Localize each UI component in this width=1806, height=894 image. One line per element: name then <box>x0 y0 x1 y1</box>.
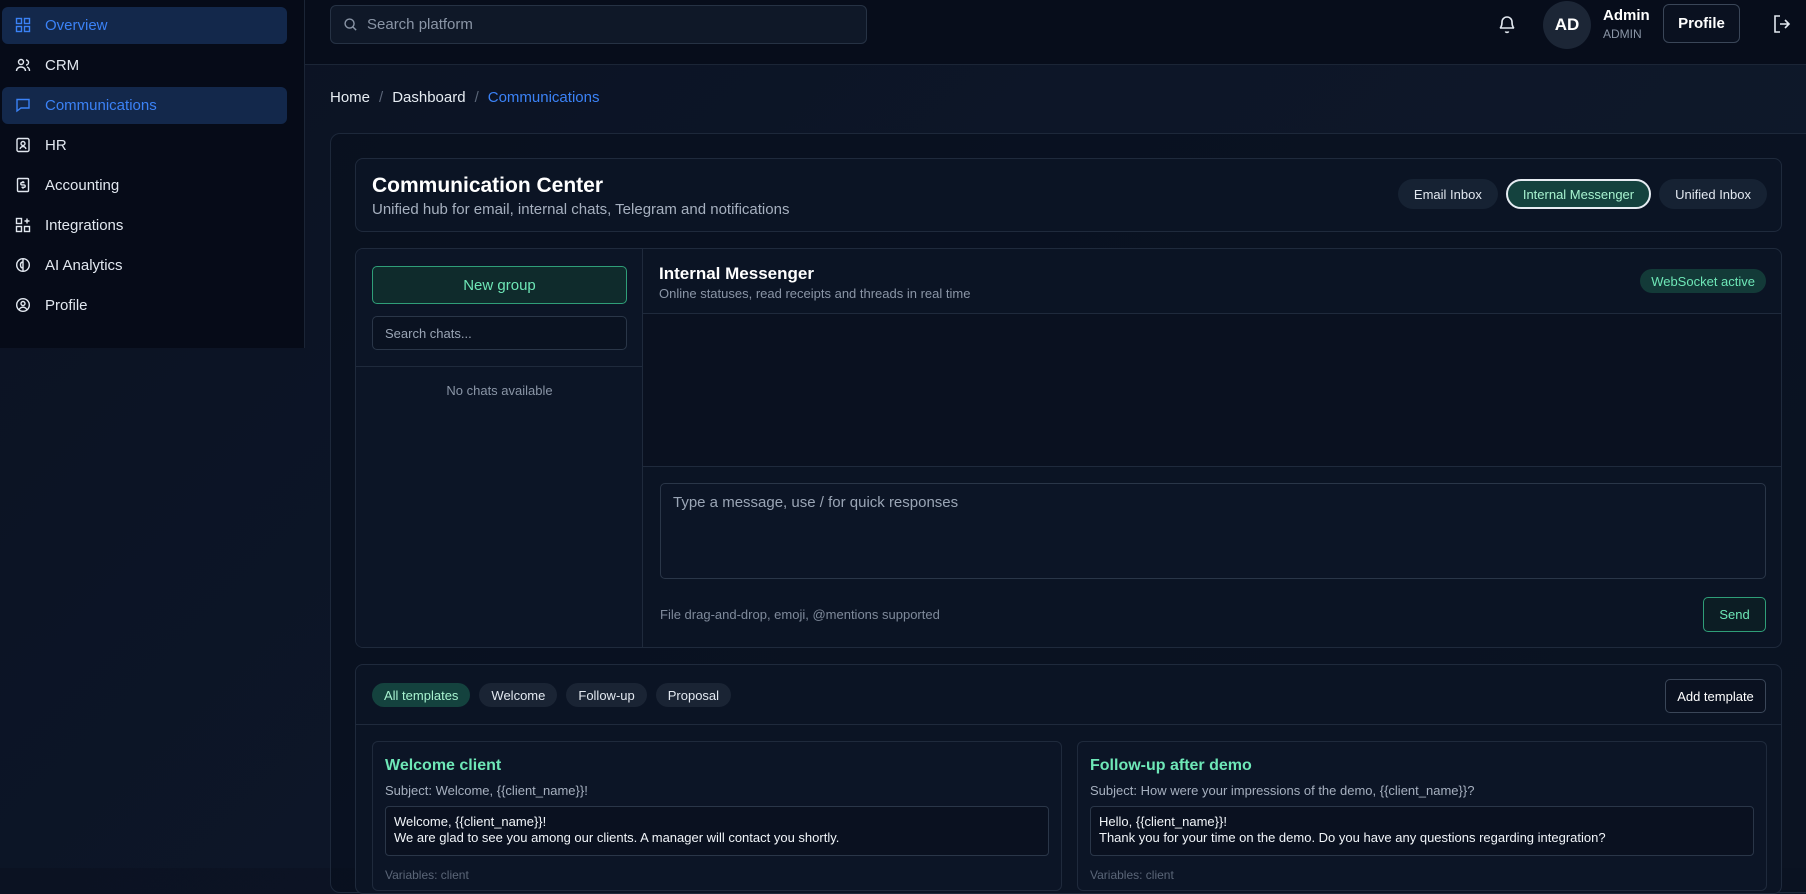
message-area <box>643 314 1781 467</box>
sidebar-item-label: AI Analytics <box>45 257 123 274</box>
sidebar-item-ai-analytics[interactable]: AI Analytics <box>2 247 287 284</box>
platform-search[interactable] <box>330 5 867 44</box>
filter-follow-up[interactable]: Follow-up <box>566 683 647 707</box>
template-variables: Variables: client <box>385 868 469 882</box>
sidebar-item-label: Integrations <box>45 217 124 234</box>
breadcrumb-home[interactable]: Home <box>330 89 370 106</box>
avatar[interactable]: AD <box>1543 1 1591 49</box>
sidebar: Overview CRM Communications HR Accountin… <box>0 0 305 348</box>
sidebar-item-profile[interactable]: Profile <box>2 287 287 324</box>
filter-welcome[interactable]: Welcome <box>479 683 558 707</box>
breadcrumb-dashboard[interactable]: Dashboard <box>392 89 465 106</box>
brain-icon <box>15 257 33 275</box>
template-filters: All templates Welcome Follow-up Proposal <box>372 683 732 707</box>
puzzle-icon <box>15 217 33 235</box>
template-body: Hello, {{client_name}}! Thank you for yo… <box>1090 806 1754 856</box>
communication-tabs: Email Inbox Internal Messenger Unified I… <box>1397 179 1767 209</box>
sidebar-item-label: Profile <box>45 297 88 314</box>
users-icon <box>15 57 33 75</box>
breadcrumb-separator: / <box>474 89 479 106</box>
template-body-line: Welcome, {{client_name}}! <box>394 814 547 829</box>
filter-all-templates[interactable]: All templates <box>372 683 471 707</box>
new-group-button[interactable]: New group <box>372 266 627 304</box>
topbar: AD Admin ADMIN Profile <box>305 0 1806 65</box>
id-badge-icon <box>15 137 33 155</box>
template-body-line: Hello, {{client_name}}! <box>1099 814 1227 829</box>
message-input[interactable] <box>660 483 1766 579</box>
tab-internal-messenger[interactable]: Internal Messenger <box>1505 179 1652 209</box>
template-name: Follow-up after demo <box>1090 757 1252 774</box>
divider <box>356 366 643 367</box>
template-card[interactable]: Welcome client Subject: Welcome, {{clien… <box>372 741 1062 891</box>
sidebar-item-label: Communications <box>45 97 157 114</box>
conversation-header: Internal Messenger Online statuses, read… <box>643 249 1781 314</box>
chat-search-input[interactable] <box>385 325 615 341</box>
chat-icon <box>15 97 33 115</box>
tab-email-inbox[interactable]: Email Inbox <box>1397 179 1498 209</box>
add-template-button[interactable]: Add template <box>1665 679 1766 713</box>
sidebar-item-overview[interactable]: Overview <box>2 7 287 44</box>
page-title: Communication Center <box>372 174 604 197</box>
user-circle-icon <box>15 297 33 315</box>
messenger-panel: New group No chats available Internal Me… <box>355 248 1782 648</box>
chat-list: New group No chats available <box>356 249 643 647</box>
sidebar-item-communications[interactable]: Communications <box>2 87 287 124</box>
conversation-subtitle: Online statuses, read receipts and threa… <box>659 286 971 301</box>
search-icon <box>344 18 357 31</box>
divider <box>356 724 1781 725</box>
template-subject: Subject: Welcome, {{client_name}}! <box>385 783 588 798</box>
sidebar-item-label: HR <box>45 137 67 154</box>
status-badge: WebSocket active <box>1640 269 1766 293</box>
sidebar-item-accounting[interactable]: Accounting <box>2 167 287 204</box>
templates-panel: All templates Welcome Follow-up Proposal… <box>355 664 1782 894</box>
logout-icon[interactable] <box>1771 13 1793 35</box>
breadcrumb-separator: / <box>379 89 384 106</box>
sidebar-item-crm[interactable]: CRM <box>2 47 287 84</box>
empty-chats-label: No chats available <box>446 383 553 398</box>
send-button[interactable]: Send <box>1703 597 1766 632</box>
sidebar-item-label: CRM <box>45 57 80 74</box>
template-body: Welcome, {{client_name}}! We are glad to… <box>385 806 1049 856</box>
sidebar-item-integrations[interactable]: Integrations <box>2 207 287 244</box>
receipt-icon <box>15 177 33 195</box>
user-role: ADMIN <box>1603 27 1642 41</box>
breadcrumb: Home / Dashboard / Communications <box>330 89 599 106</box>
grid-icon <box>15 17 33 35</box>
sidebar-item-label: Accounting <box>45 177 120 194</box>
breadcrumb-current: Communications <box>487 89 600 106</box>
message-hint: File drag-and-drop, emoji, @mentions sup… <box>660 607 940 622</box>
communication-header: Communication Center Unified hub for ema… <box>355 158 1782 232</box>
template-name: Welcome client <box>385 757 502 774</box>
profile-button[interactable]: Profile <box>1663 4 1740 43</box>
template-subject: Subject: How were your impressions of th… <box>1090 783 1475 798</box>
chat-search[interactable] <box>372 316 627 350</box>
template-body-line: Thank you for your time on the demo. Do … <box>1099 830 1606 845</box>
template-body-line: We are glad to see you among our clients… <box>394 830 840 845</box>
conversation-title: Internal Messenger <box>659 264 814 283</box>
user-name: Admin <box>1603 7 1650 24</box>
tab-unified-inbox[interactable]: Unified Inbox <box>1659 179 1767 209</box>
template-card[interactable]: Follow-up after demo Subject: How were y… <box>1077 741 1767 891</box>
search-input[interactable] <box>367 16 847 33</box>
sidebar-item-label: Overview <box>45 17 108 34</box>
bell-icon[interactable] <box>1496 13 1518 35</box>
filter-proposal[interactable]: Proposal <box>655 683 732 707</box>
page-subtitle: Unified hub for email, internal chats, T… <box>372 201 790 218</box>
template-variables: Variables: client <box>1090 868 1174 882</box>
sidebar-item-hr[interactable]: HR <box>2 127 287 164</box>
